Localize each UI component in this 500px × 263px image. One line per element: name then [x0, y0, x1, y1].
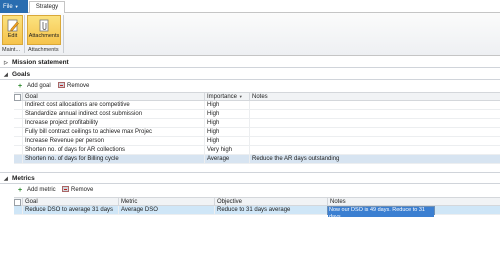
collapse-arrow-icon: ◢: [4, 176, 8, 182]
notes-cell[interactable]: [249, 110, 500, 119]
group-label-maintain: Maint...: [2, 47, 21, 53]
section-title: Goals: [12, 71, 31, 78]
table-row[interactable]: Standardize annual indirect cost submiss…: [14, 110, 500, 119]
goal-cell[interactable]: Reduce DSO to average 31 days: [22, 206, 118, 215]
goal-cell[interactable]: Shorten no. of days for Billing cycle: [22, 155, 204, 164]
group-label-attachments: Attachments: [28, 47, 59, 53]
importance-cell[interactable]: High: [204, 110, 249, 119]
ribbon: Edit Attachments Maint... Attachments: [0, 13, 500, 56]
section-goals[interactable]: ◢ Goals: [0, 70, 500, 80]
section-metrics[interactable]: ◢ Metrics: [0, 174, 500, 184]
expand-arrow-icon: ▷: [4, 60, 8, 66]
goals-toolbar: + Add goal Remove: [14, 81, 214, 91]
column-label: Goal: [25, 199, 38, 205]
attachments-button[interactable]: Attachments: [27, 15, 61, 45]
column-label: Goal: [25, 94, 38, 100]
importance-cell[interactable]: High: [204, 119, 249, 128]
importance-cell[interactable]: High: [204, 128, 249, 137]
chevron-down-icon: ▼: [14, 4, 19, 9]
goal-cell[interactable]: Standardize annual indirect cost submiss…: [22, 110, 204, 119]
section-divider: [0, 172, 500, 173]
notes-cell[interactable]: [249, 137, 500, 146]
attachments-button-label: Attachments: [28, 33, 60, 39]
add-goal-label: Add goal: [27, 83, 51, 89]
group-divider: [24, 15, 25, 53]
remove-metric-label: Remove: [71, 187, 94, 193]
add-icon: +: [18, 83, 23, 90]
metrics-toolbar: + Add metric Remove: [14, 185, 214, 195]
importance-cell[interactable]: Average: [204, 155, 249, 164]
importance-cell[interactable]: Very high: [204, 146, 249, 155]
section-title: Mission statement: [12, 59, 69, 66]
column-label: Importance: [207, 94, 238, 100]
select-all-checkbox[interactable]: [14, 199, 21, 206]
remove-goal-button[interactable]: Remove: [58, 81, 89, 91]
ribbon-tab-bar: File ▼ Strategy: [0, 0, 500, 14]
edit-button-label: Edit: [7, 33, 18, 39]
notes-edit-field[interactable]: Now our DSO is 49 days. Reduce to 31 day…: [327, 206, 435, 221]
file-tab[interactable]: File ▼: [0, 0, 28, 13]
column-label: Notes: [330, 199, 346, 205]
goal-cell[interactable]: Increase project profitability: [22, 119, 204, 128]
remove-goal-label: Remove: [67, 83, 90, 89]
sort-down-icon: ▼: [238, 94, 243, 99]
goal-cell[interactable]: Shorten no. of days for AR collections: [22, 146, 204, 155]
table-row[interactable]: Indirect cost allocations are competitiv…: [14, 101, 500, 110]
notes-cell[interactable]: Reduce the AR days outstanding: [249, 155, 500, 164]
table-row-selected[interactable]: Shorten no. of days for Billing cycle Av…: [14, 155, 500, 164]
goal-cell[interactable]: Indirect cost allocations are competitiv…: [22, 101, 204, 110]
table-row[interactable]: Increase Revenue per person High: [14, 137, 500, 146]
table-row[interactable]: Increase project profitability High: [14, 119, 500, 128]
remove-metric-button[interactable]: Remove: [62, 185, 93, 195]
goals-grid: Goal Importance ▼ Notes Indirect cost al…: [14, 92, 500, 170]
goals-grid-header: Goal Importance ▼ Notes: [14, 92, 500, 102]
add-icon: +: [18, 187, 23, 194]
paperclip-icon: [39, 19, 49, 32]
remove-icon: [58, 82, 65, 88]
remove-icon: [62, 186, 69, 192]
metrics-grid-header: Goal Metric Objective Notes: [14, 197, 500, 207]
column-label: Objective: [217, 199, 243, 205]
add-metric-button[interactable]: + Add metric: [18, 185, 56, 195]
group-divider: [63, 15, 64, 53]
file-tab-label: File: [3, 4, 13, 10]
objective-cell[interactable]: Reduce to 31 days average: [214, 206, 327, 215]
notes-cell[interactable]: [249, 119, 500, 128]
pencil-icon: [7, 19, 19, 32]
notes-cell[interactable]: [249, 128, 500, 137]
section-mission-statement[interactable]: ▷ Mission statement: [0, 58, 500, 68]
notes-cell[interactable]: [249, 146, 500, 155]
importance-cell[interactable]: High: [204, 101, 249, 110]
edit-button[interactable]: Edit: [2, 15, 23, 45]
metrics-grid: Goal Metric Objective Notes Reduce DSO t…: [14, 197, 500, 221]
empty-content-area: [0, 217, 500, 263]
table-row[interactable]: Shorten no. of days for AR collections V…: [14, 146, 500, 155]
collapse-arrow-icon: ◢: [4, 72, 8, 78]
column-label: Notes: [252, 94, 268, 100]
add-metric-label: Add metric: [27, 187, 56, 193]
notes-cell[interactable]: [249, 101, 500, 110]
table-row-active[interactable]: Reduce DSO to average 31 days Average DS…: [14, 206, 500, 221]
table-row[interactable]: Fully bill contract ceilings to achieve …: [14, 128, 500, 137]
goal-cell[interactable]: Fully bill contract ceilings to achieve …: [22, 128, 204, 137]
metric-cell[interactable]: Average DSO: [118, 206, 214, 215]
add-goal-button[interactable]: + Add goal: [18, 81, 51, 91]
section-title: Metrics: [12, 175, 35, 182]
column-label: Metric: [121, 199, 138, 205]
goal-cell[interactable]: Increase Revenue per person: [22, 137, 204, 146]
select-all-checkbox[interactable]: [14, 94, 21, 101]
importance-cell[interactable]: High: [204, 137, 249, 146]
